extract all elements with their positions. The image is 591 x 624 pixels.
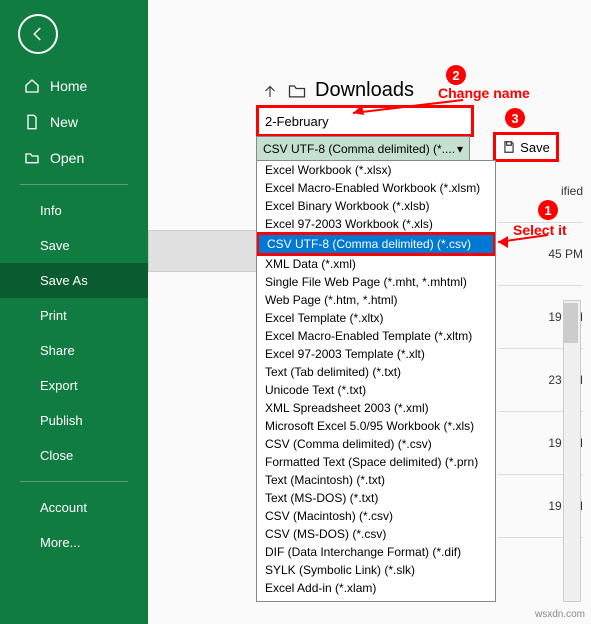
filetype-option[interactable]: CSV (MS-DOS) (*.csv) [257, 525, 495, 543]
annotation-2: 2 [446, 65, 466, 85]
filetype-option[interactable]: Unicode Text (*.txt) [257, 381, 495, 399]
filetype-option[interactable]: Text (Macintosh) (*.txt) [257, 471, 495, 489]
main-panel: Downloads Save CSV UTF-8 (Comma delimite… [148, 0, 591, 624]
filetype-option[interactable]: Text (Tab delimited) (*.txt) [257, 363, 495, 381]
sidebar-label: Open [50, 150, 84, 166]
sidebar-label: Home [50, 78, 87, 94]
annotation-1: 1 [538, 200, 558, 220]
filetype-option[interactable]: Excel Macro-Enabled Workbook (*.xlsm) [257, 179, 495, 197]
folder-icon [287, 81, 307, 101]
filetype-option[interactable]: Excel Macro-Enabled Template (*.xltm) [257, 327, 495, 345]
filetype-option[interactable]: CSV (Macintosh) (*.csv) [257, 507, 495, 525]
sidebar-item-more[interactable]: More... [0, 525, 148, 560]
home-icon [24, 78, 40, 94]
filetype-option[interactable]: CSV UTF-8 (Comma delimited) (*.csv) [256, 232, 496, 256]
back-button[interactable] [18, 14, 58, 54]
sidebar-item-share[interactable]: Share [0, 333, 148, 368]
save-icon [502, 140, 516, 154]
annotation-arrow-2 [348, 95, 468, 115]
back-arrow-icon [29, 25, 47, 43]
sidebar-item-close[interactable]: Close [0, 438, 148, 473]
filetype-option[interactable]: XML Spreadsheet 2003 (*.xml) [257, 399, 495, 417]
sidebar-item-new[interactable]: New [0, 104, 148, 140]
separator [20, 184, 128, 185]
annotation-3: 3 [505, 108, 525, 128]
filetype-option[interactable]: Excel Workbook (*.xlsx) [257, 161, 495, 179]
annotation-arrow-1 [493, 230, 553, 250]
sidebar-item-export[interactable]: Export [0, 368, 148, 403]
filetype-option[interactable]: Excel Binary Workbook (*.xlsb) [257, 197, 495, 215]
filetype-option[interactable]: Excel Template (*.xltx) [257, 309, 495, 327]
save-button-label: Save [520, 140, 550, 155]
sidebar-item-home[interactable]: Home [0, 68, 148, 104]
filetype-dropdown-list: Excel Workbook (*.xlsx)Excel Macro-Enabl… [256, 160, 496, 602]
gray-placeholder [148, 230, 260, 272]
filetype-option[interactable]: Web Page (*.htm, *.html) [257, 291, 495, 309]
new-icon [24, 114, 40, 130]
sidebar-item-print[interactable]: Print [0, 298, 148, 333]
filetype-option[interactable]: Formatted Text (Space delimited) (*.prn) [257, 453, 495, 471]
sidebar-item-account[interactable]: Account [0, 490, 148, 525]
filetype-option[interactable]: CSV (Comma delimited) (*.csv) [257, 435, 495, 453]
filetype-option[interactable]: XML Data (*.xml) [257, 255, 495, 273]
dropdown-selected-text: CSV UTF-8 (Comma delimited) (*.... [263, 142, 455, 156]
filetype-option[interactable]: Microsoft Excel 5.0/95 Workbook (*.xls) [257, 417, 495, 435]
sidebar-item-save[interactable]: Save [0, 228, 148, 263]
sidebar-item-open[interactable]: Open [0, 140, 148, 176]
sidebar-item-save-as[interactable]: Save As [0, 263, 148, 298]
chevron-down-icon: ▾ [457, 142, 463, 156]
up-arrow-icon [261, 82, 279, 100]
filetype-option[interactable]: Excel 97-2003 Workbook (*.xls) [257, 215, 495, 233]
filetype-dropdown[interactable]: CSV UTF-8 (Comma delimited) (*.... ▾ [256, 136, 470, 162]
scrollbar-thumb[interactable] [564, 303, 578, 343]
filetype-option[interactable]: DIF (Data Interchange Format) (*.dif) [257, 543, 495, 561]
filetype-option[interactable]: SYLK (Symbolic Link) (*.slk) [257, 561, 495, 579]
sidebar: Home New Open Info Save Save As Print Sh… [0, 0, 148, 624]
filetype-option[interactable]: Single File Web Page (*.mht, *.mhtml) [257, 273, 495, 291]
save-button[interactable]: Save [493, 132, 559, 162]
watermark: wsxdn.com [535, 609, 585, 620]
sidebar-item-info[interactable]: Info [0, 193, 148, 228]
scrollbar[interactable] [563, 300, 581, 602]
separator [20, 481, 128, 482]
filetype-option[interactable]: Excel 97-2003 Template (*.xlt) [257, 345, 495, 363]
open-icon [24, 150, 40, 166]
filetype-option[interactable]: Excel Add-in (*.xlam) [257, 579, 495, 597]
sidebar-item-publish[interactable]: Publish [0, 403, 148, 438]
filetype-option[interactable]: Text (MS-DOS) (*.txt) [257, 489, 495, 507]
sidebar-label: New [50, 114, 78, 130]
